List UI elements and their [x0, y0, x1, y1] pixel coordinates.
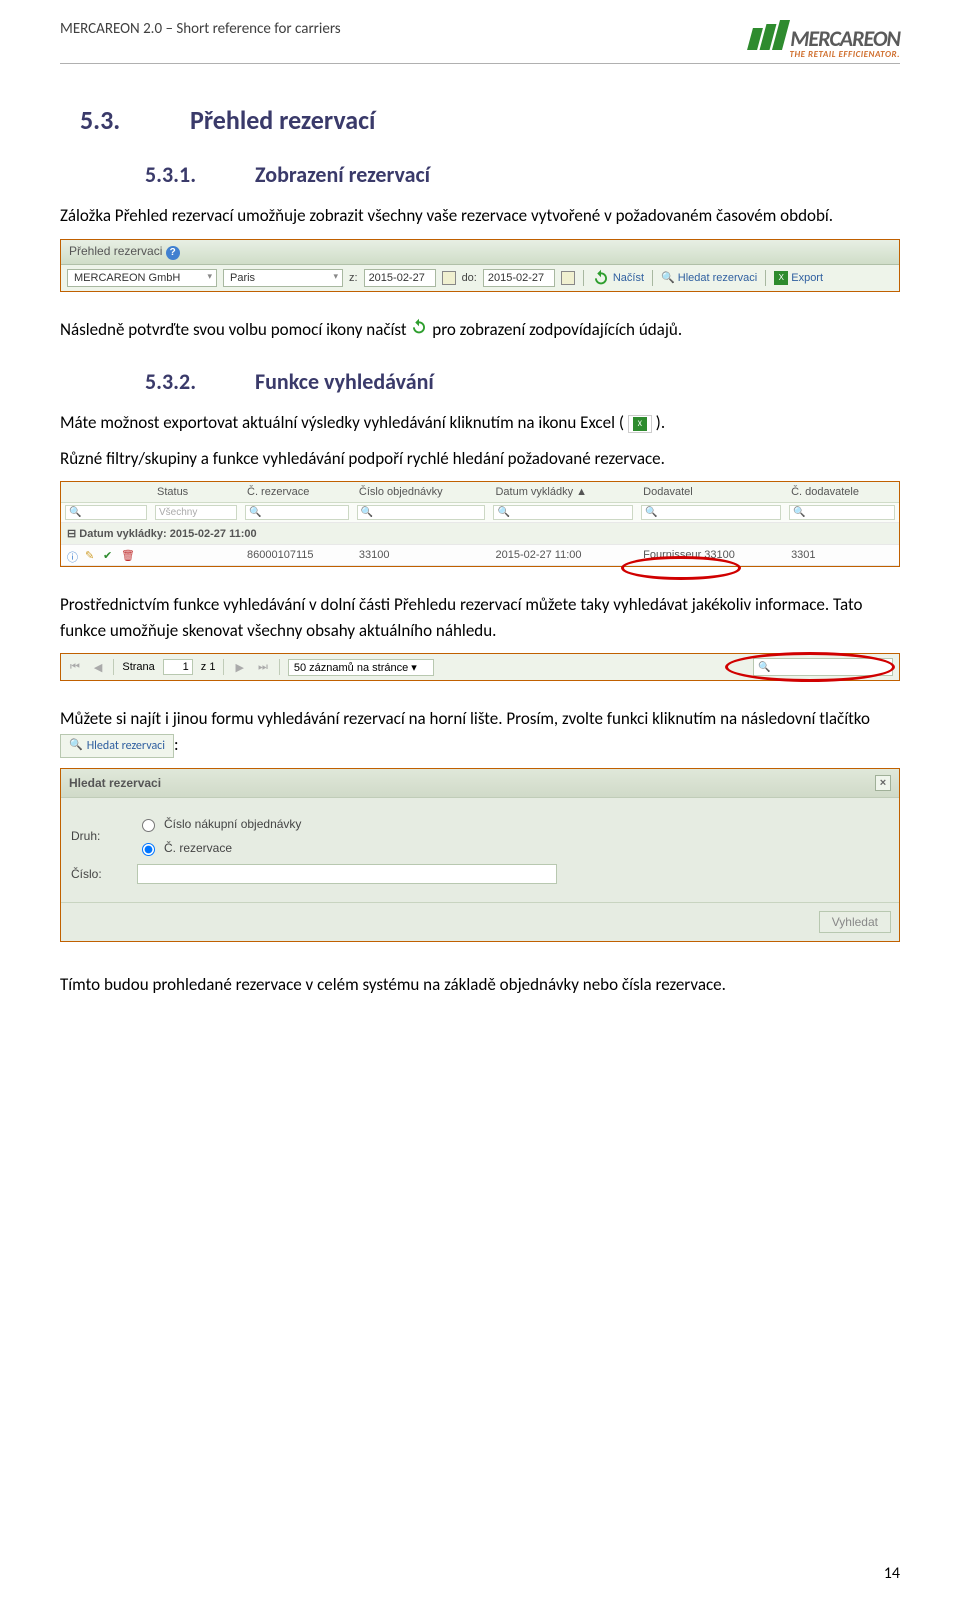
pager-first-icon[interactable]: ⏮	[67, 661, 83, 674]
number-label: Číslo:	[71, 867, 121, 881]
paragraph-conclusion: Tímto budou prohledané rezervace v celém…	[60, 972, 900, 998]
cell-supplier-no: 3301	[785, 545, 899, 566]
col-rez: Č. rezervace	[241, 482, 353, 503]
heading-title: Zobrazení rezervací	[255, 161, 430, 188]
radio-input[interactable]	[142, 843, 155, 856]
close-icon[interactable]: ×	[875, 775, 891, 791]
check-icon[interactable]: ✔	[103, 549, 115, 561]
paragraph-top-search: Můžete si najít i jinou formu vyhledáván…	[60, 706, 900, 757]
excel-icon: X	[628, 415, 652, 433]
cell-obj: 33100	[353, 545, 490, 566]
table-group-row[interactable]: ⊟ Datum vykládky: 2015-02-27 11:00	[61, 523, 899, 545]
reload-button[interactable]: Načíst	[592, 269, 644, 287]
info-icon[interactable]: ⓘ	[67, 549, 79, 561]
filter-input[interactable]: 🔍	[245, 505, 349, 520]
heading-num: 5.3.2.	[145, 368, 255, 395]
heading-title: Funkce vyhledávání	[255, 368, 434, 395]
doc-title: MERCAREON 2.0 – Short reference for carr…	[60, 20, 341, 38]
logo-subtitle: THE RETAIL EFFICIENATOR.	[750, 50, 900, 59]
screenshot-pager: ⏮ ◀ Strana 1 z 1 ▶ ⏭ 50 záznamů na strán…	[60, 653, 900, 681]
paragraph-bottom-search: Prostřednictvím funkce vyhledávání v dol…	[60, 592, 900, 643]
filter-status-select[interactable]: Všechny	[155, 505, 237, 520]
screenshot-table: Status Č. rezervace Číslo objednávky Dat…	[60, 481, 900, 567]
pager-of: z 1	[201, 661, 216, 673]
magnifier-icon: 🔍	[661, 271, 675, 284]
filter-input[interactable]: 🔍	[65, 505, 147, 520]
edit-icon[interactable]: ✎	[85, 549, 97, 561]
cell-date: 2015-02-27 11:00	[489, 545, 637, 566]
cell-rez: 86000107115	[241, 545, 353, 566]
radio-input[interactable]	[142, 819, 155, 832]
table-filter-row: 🔍 Všechny 🔍 🔍 🔍 🔍 🔍	[61, 503, 899, 523]
col-supplier: Dodavatel	[637, 482, 785, 503]
radio-option-reservation[interactable]: Č. rezervace	[137, 840, 301, 856]
filter-input[interactable]: 🔍	[357, 505, 486, 520]
dialog-title: Hledat rezervaci	[69, 776, 161, 790]
export-button[interactable]: X Export	[774, 271, 823, 285]
pager-next-icon[interactable]: ▶	[232, 661, 246, 674]
pager-last-icon[interactable]: ⏭	[255, 661, 271, 674]
refresh-icon	[410, 318, 428, 344]
logo-bars-icon	[750, 20, 786, 50]
filter-input[interactable]: 🔍	[789, 505, 895, 520]
paragraph-filters: Různé filtry/skupiny a funkce vyhledáván…	[60, 446, 900, 472]
search-submit-button[interactable]: Vyhledat	[819, 911, 891, 933]
from-label: z:	[349, 272, 358, 284]
paragraph-intro: Záložka Přehled rezervací umožňuje zobra…	[60, 203, 900, 229]
col-status: Status	[151, 482, 241, 503]
logo-text: MERCAREON	[790, 28, 900, 50]
date-to-input[interactable]: 2015-02-27	[483, 269, 555, 287]
filter-input[interactable]: 🔍	[493, 505, 633, 520]
col-actions	[61, 482, 151, 503]
heading-title: Přehled rezervací	[190, 104, 375, 136]
heading-num: 5.3.1.	[145, 161, 255, 188]
location-dropdown[interactable]: Paris	[223, 269, 343, 287]
refresh-icon	[592, 269, 610, 287]
pager-page-input[interactable]: 1	[163, 659, 193, 675]
pager-perpage-select[interactable]: 50 záznamů na stránce ▾	[288, 659, 434, 676]
company-dropdown[interactable]: MERCAREON GmbH	[67, 269, 217, 287]
col-date: Datum vykládky ▲	[489, 482, 637, 503]
delete-icon[interactable]: 🗑	[121, 549, 133, 561]
number-input[interactable]	[137, 864, 557, 884]
excel-icon: X	[774, 271, 788, 285]
filter-input[interactable]: 🔍	[641, 505, 781, 520]
kind-label: Druh:	[71, 829, 121, 843]
heading-num: 5.3.	[80, 104, 190, 136]
magnifier-icon: 🔍	[758, 662, 770, 673]
calendar-icon[interactable]	[442, 271, 456, 285]
screenshot-toolbar: Přehled rezervaci ? MERCAREON GmbH Paris…	[60, 239, 900, 292]
help-icon[interactable]: ?	[166, 246, 180, 260]
pager-label: Strana	[122, 661, 154, 673]
date-from-input[interactable]: 2015-02-27	[364, 269, 436, 287]
search-button[interactable]: 🔍 Hledat rezervaci	[661, 271, 757, 284]
radio-option-order[interactable]: Číslo nákupní objednávky	[137, 816, 301, 832]
to-label: do:	[462, 272, 477, 284]
heading-5-3-1: 5.3.1.Zobrazení rezervací	[145, 161, 900, 188]
cell-supplier: Fournisseur 33100	[637, 545, 785, 566]
row-actions: ⓘ ✎ ✔ 🗑	[67, 549, 145, 561]
page-number: 14	[884, 1564, 900, 1583]
page-header: MERCAREON 2.0 – Short reference for carr…	[60, 20, 900, 64]
logo: MERCAREON THE RETAIL EFFICIENATOR.	[750, 20, 900, 59]
search-reservation-button[interactable]: 🔍 Hledat rezervaci	[60, 734, 174, 758]
magnifier-icon: 🔍	[69, 737, 83, 754]
pager-search-input[interactable]: 🔍	[753, 658, 893, 676]
col-obj: Číslo objednávky	[353, 482, 490, 503]
pager-prev-icon[interactable]: ◀	[91, 661, 105, 674]
paragraph-reload: Následně potvrďte svou volbu pomocí ikon…	[60, 317, 900, 344]
heading-5-3-2: 5.3.2.Funkce vyhledávání	[145, 368, 900, 395]
table-row[interactable]: ⓘ ✎ ✔ 🗑 86000107115 33100 2015-02-27 11:…	[61, 545, 899, 566]
table-header-row: Status Č. rezervace Číslo objednávky Dat…	[61, 482, 899, 503]
screenshot-dialog: Hledat rezervaci × Druh: Číslo nákupní o…	[60, 768, 900, 942]
heading-5-3: 5.3.Přehled rezervací	[80, 104, 900, 136]
col-supplier-no: Č. dodavatele	[785, 482, 899, 503]
calendar-icon[interactable]	[561, 271, 575, 285]
cell-status	[151, 545, 241, 566]
panel-title: Přehled rezervaci	[69, 244, 162, 258]
paragraph-export: Máte možnost exportovat aktuální výsledk…	[60, 410, 900, 436]
